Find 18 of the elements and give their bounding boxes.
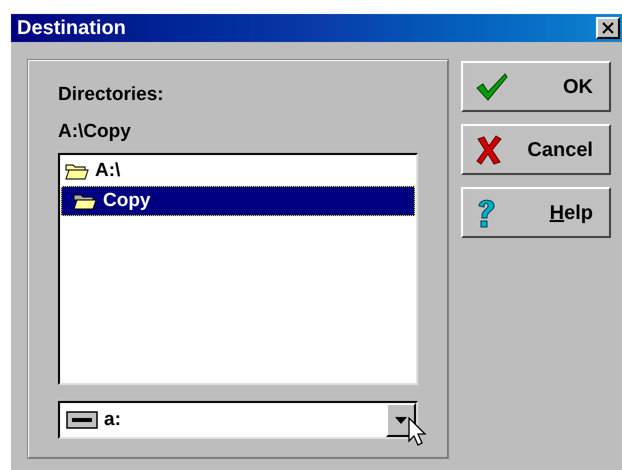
folder-icon — [65, 162, 89, 180]
close-button[interactable] — [596, 17, 620, 39]
cancel-button[interactable]: Cancel — [461, 124, 611, 175]
directory-item[interactable]: A:\ — [61, 156, 415, 186]
help-button[interactable]: Help — [461, 187, 611, 238]
drive-value: a: — [104, 408, 122, 432]
directory-item[interactable]: Copy — [61, 186, 415, 216]
drive-icon — [66, 411, 98, 429]
ok-button[interactable]: OK — [461, 61, 611, 112]
cross-icon — [475, 134, 503, 164]
drive-dropdown[interactable]: a: — [58, 401, 418, 439]
checkmark-icon — [475, 72, 509, 102]
close-icon — [602, 22, 614, 34]
directories-label: Directories: — [58, 83, 165, 107]
current-path: A:\Copy — [58, 120, 132, 144]
window-title: Destination — [17, 16, 126, 41]
folder-icon — [73, 192, 97, 210]
caret-icon — [395, 416, 407, 424]
